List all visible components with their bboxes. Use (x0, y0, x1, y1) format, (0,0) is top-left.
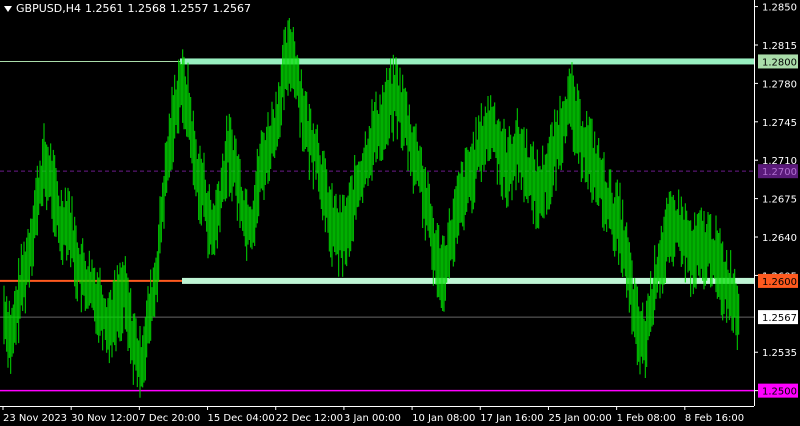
time-tick-label: 1 Feb 08:00 (617, 413, 676, 424)
price-tick-label: 1.2640 (762, 233, 797, 244)
price-tick-label: 1.2815 (762, 41, 797, 52)
close-price: 1.2567 (212, 2, 251, 15)
price-chart[interactable]: 1.28501.28151.27801.27451.27101.26751.26… (0, 0, 800, 426)
time-tick-label: 15 Dec 04:00 (208, 413, 275, 424)
chart-header: GBPUSD,H4 1.2561 1.2568 1.2557 1.2567 (4, 2, 255, 16)
time-tick-label: 30 Nov 12:00 (71, 413, 138, 424)
price-tick-label: 1.2675 (762, 195, 797, 206)
level-price-label: 1.2567 (762, 313, 797, 324)
price-tick-label: 1.2745 (762, 118, 797, 129)
time-tick-label: 7 Dec 20:00 (139, 413, 200, 424)
price-tick-label: 1.2535 (762, 348, 797, 359)
level-price-label: 1.2800 (762, 57, 797, 68)
time-tick-label: 22 Dec 12:00 (276, 413, 343, 424)
resistance-zone[interactable] (180, 58, 754, 65)
time-tick-label: 17 Jan 16:00 (480, 413, 543, 424)
low-price: 1.2557 (169, 2, 209, 15)
level-price-label: 1.2500 (762, 387, 797, 398)
price-tick-label: 1.2850 (762, 3, 797, 14)
time-tick-label: 10 Jan 08:00 (412, 413, 475, 424)
time-tick-label: 8 Feb 16:00 (685, 413, 744, 424)
chevron-down-icon[interactable] (4, 6, 12, 12)
time-tick-label: 25 Jan 00:00 (548, 413, 611, 424)
support-zone[interactable] (182, 277, 754, 284)
high-price: 1.2568 (127, 2, 166, 15)
open-price: 1.2561 (84, 2, 124, 15)
time-tick-label: 23 Nov 2023 (3, 413, 67, 424)
price-tick-label: 1.2780 (762, 79, 797, 90)
symbol-label: GBPUSD,H4 (16, 2, 81, 15)
time-tick-label: 3 Jan 00:00 (344, 413, 401, 424)
level-price-label: 1.2700 (762, 167, 797, 178)
level-price-label: 1.2600 (762, 277, 797, 288)
